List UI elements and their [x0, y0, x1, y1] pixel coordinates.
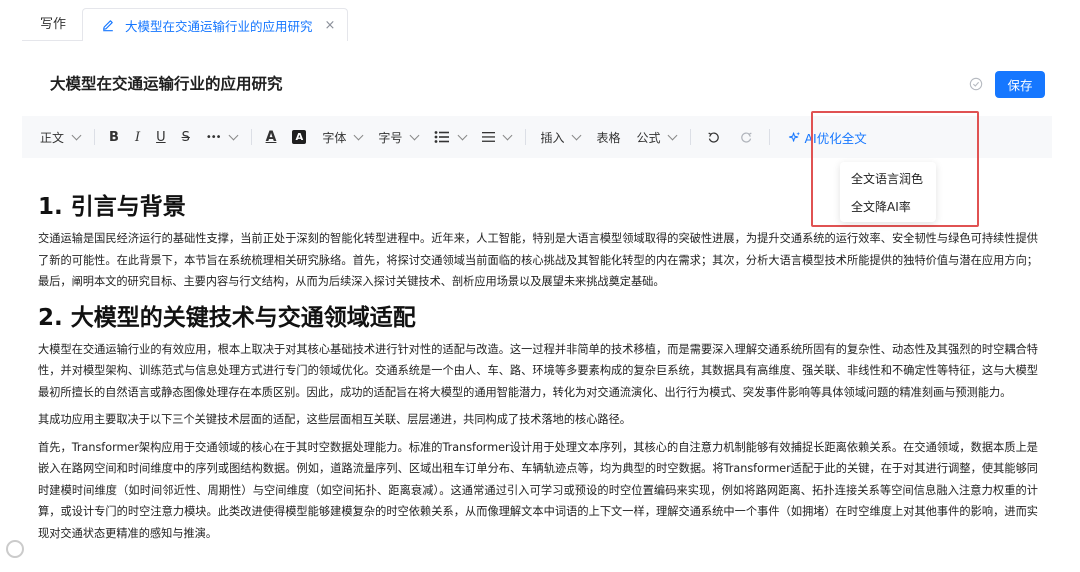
- ai-optimize-button[interactable]: AI优化全文: [776, 124, 874, 150]
- italic-button[interactable]: I: [127, 124, 148, 150]
- table-button[interactable]: 表格: [588, 124, 628, 150]
- font-color-button[interactable]: A: [258, 124, 285, 150]
- paragraph-4: 首先，Transformer架构应用于交通领域的核心在于其时空数据处理能力。标准…: [38, 440, 1038, 540]
- chevron-down-icon: [228, 130, 239, 141]
- chevron-down-icon: [457, 130, 468, 141]
- undo-button[interactable]: [697, 124, 730, 150]
- chevron-down-icon: [572, 130, 582, 141]
- font-family-select[interactable]: 字体: [314, 124, 370, 150]
- paragraph-1: 交通运输是国民经济运行的基础性支撑，当前正处于深刻的智能化转型进程中。近年来，人…: [38, 232, 1038, 288]
- bulleted-list-icon: [435, 131, 450, 143]
- chevron-down-icon: [71, 130, 82, 141]
- section-heading-1: 1. 引言与背景: [38, 194, 186, 220]
- toolbar-divider: [94, 129, 96, 145]
- toolbar-divider: [690, 129, 692, 145]
- formatting-toolbar: 正文 B I U S ••• A A 字体 字号 插入 表格 公式 AI优化全文: [22, 116, 1052, 158]
- close-tab-icon[interactable]: ×: [325, 18, 336, 33]
- font-size-select[interactable]: 字号: [370, 124, 426, 150]
- align-select[interactable]: [474, 124, 519, 150]
- font-background-icon: A: [292, 130, 307, 144]
- redo-button[interactable]: [730, 124, 763, 150]
- toolbar-divider: [769, 129, 771, 145]
- watermark: [6, 540, 30, 558]
- undo-icon: [708, 131, 720, 143]
- paragraph-style-label: 正文: [40, 130, 65, 145]
- tab-bar: 写作 大模型在交通运输行业的应用研究 ×: [22, 8, 349, 41]
- strikethrough-button[interactable]: S: [174, 124, 198, 150]
- formula-select[interactable]: 公式: [628, 124, 684, 150]
- font-family-label: 字体: [322, 130, 347, 145]
- insert-label: 插入: [540, 130, 565, 145]
- menu-item-polish[interactable]: 全文语言润色: [840, 165, 936, 193]
- document-body[interactable]: 1. 引言与背景 交通运输是国民经济运行的基础性支撑，当前正处于深刻的智能化转型…: [38, 190, 1038, 544]
- tab-document-label: 大模型在交通运输行业的应用研究: [125, 18, 313, 34]
- ai-optimize-label: AI优化全文: [804, 130, 867, 146]
- toolbar-divider: [250, 129, 252, 145]
- ai-sparkle-icon: [789, 131, 801, 142]
- underline-button[interactable]: U: [148, 124, 174, 150]
- editor-window: 写作 大模型在交通运输行业的应用研究 × 大模型在交通运输行业的应用研究 保存 …: [0, 0, 1080, 572]
- tab-writing[interactable]: 写作: [22, 8, 83, 41]
- align-icon: [482, 132, 496, 142]
- paragraph-2: 大模型在交通运输行业的有效应用，根本上取决于对其核心基础技术进行针对性的适配与改…: [38, 342, 1038, 399]
- more-icon: •••: [205, 131, 222, 143]
- font-background-button[interactable]: A: [284, 124, 314, 150]
- more-format-select[interactable]: •••: [198, 124, 245, 150]
- font-size-label: 字号: [378, 130, 403, 145]
- insert-select[interactable]: 插入: [532, 124, 588, 150]
- chevron-down-icon: [502, 130, 513, 141]
- watermark-logo-icon: [6, 540, 24, 558]
- list-select[interactable]: [426, 124, 474, 150]
- paragraph-3: 其成功应用主要取决于以下三个关键技术层面的适配，这些层面相互关联、层层递进，共同…: [38, 413, 631, 426]
- save-button[interactable]: 保存: [995, 71, 1045, 98]
- paragraph-style-select[interactable]: 正文: [22, 124, 88, 150]
- saved-check-icon: [969, 77, 983, 91]
- chevron-down-icon: [668, 130, 678, 141]
- chevron-down-icon: [353, 130, 364, 141]
- tab-document[interactable]: 大模型在交通运输行业的应用研究 ×: [82, 8, 349, 41]
- toolbar-divider: [525, 129, 527, 145]
- chevron-down-icon: [409, 130, 420, 141]
- section-heading-2: 2. 大模型的关键技术与交通领域适配: [38, 304, 416, 331]
- document-title[interactable]: 大模型在交通运输行业的应用研究: [50, 72, 283, 94]
- redo-icon: [741, 131, 753, 143]
- formula-label: 公式: [636, 130, 661, 145]
- edit-pen-icon: [103, 20, 113, 32]
- bold-button[interactable]: B: [101, 124, 127, 150]
